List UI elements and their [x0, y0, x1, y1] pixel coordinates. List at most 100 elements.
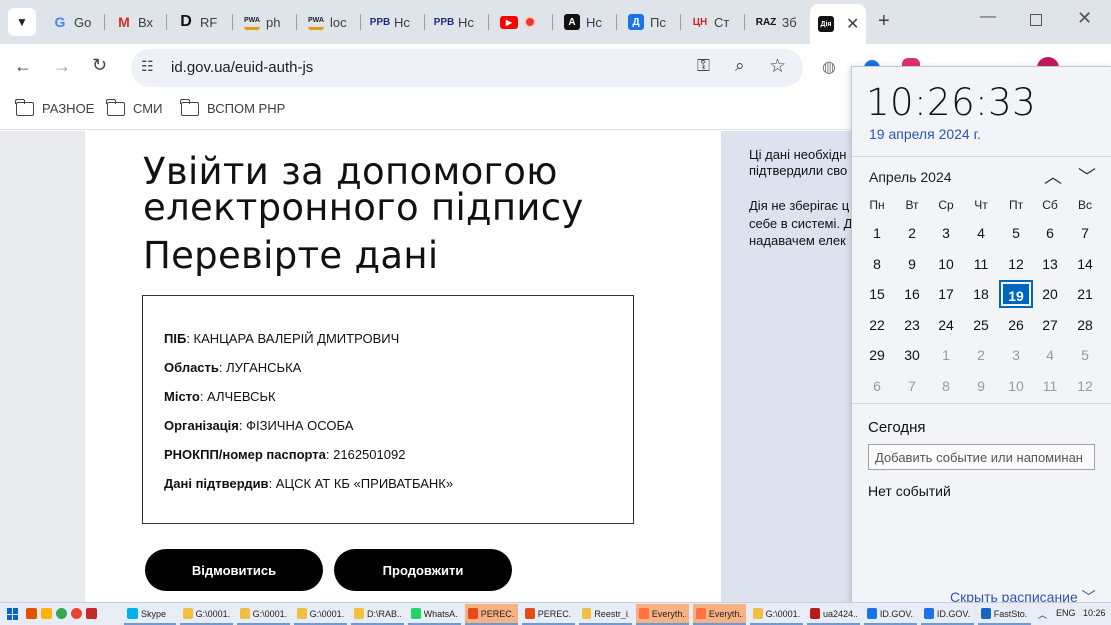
tab[interactable]: D RF	[178, 6, 217, 38]
calendar-day[interactable]: 14	[1068, 250, 1102, 278]
calendar-day[interactable]: 17	[929, 280, 963, 308]
calendar-day[interactable]: 24	[929, 311, 963, 339]
calendar-day[interactable]: 11	[1033, 372, 1067, 400]
calendar-day[interactable]: 4	[1033, 341, 1067, 369]
bookmark-folder[interactable]: СМИ	[106, 98, 162, 116]
taskbar-item[interactable]: FastSto...	[978, 604, 1031, 625]
calendar-day[interactable]: 9	[895, 250, 929, 278]
tab[interactable]: PPB Нс	[434, 6, 474, 38]
taskbar-clock[interactable]: 10:26	[1083, 608, 1106, 618]
calendar-day[interactable]: 1	[860, 219, 894, 247]
new-tab-button[interactable]: +	[878, 10, 890, 33]
taskbar-item[interactable]: Reestr_i...	[579, 604, 632, 625]
tab[interactable]: RAZ 3б	[756, 6, 797, 38]
bookmark-folder[interactable]: ВСПОМ РНР	[180, 98, 285, 116]
app-icon[interactable]	[26, 608, 37, 619]
tab-search-button[interactable]: ▼	[8, 8, 36, 36]
tab[interactable]: ЦН Ст	[692, 6, 730, 38]
taskbar-item[interactable]: ID.GOV...	[864, 604, 917, 625]
maximize-button[interactable]	[1030, 14, 1042, 26]
zoom-icon[interactable]: ⌕	[735, 56, 745, 76]
calendar-day-today[interactable]: 19	[999, 280, 1033, 308]
taskbar-item[interactable]: Everyth...	[693, 604, 746, 625]
tab[interactable]: G Go	[52, 6, 92, 38]
back-icon[interactable]: ←	[14, 56, 32, 77]
calendar-day[interactable]: 7	[1068, 219, 1102, 247]
site-info-icon[interactable]: ☷	[141, 58, 154, 75]
calendar-day[interactable]: 5	[1068, 341, 1102, 369]
calendar-day[interactable]: 7	[895, 372, 929, 400]
chrome-icon[interactable]	[71, 608, 82, 619]
tab-active[interactable]: Дія ✕	[810, 4, 866, 44]
bookmark-folder[interactable]: РАЗНОЕ	[15, 98, 94, 116]
calendar-day[interactable]: 20	[1033, 280, 1067, 308]
taskbar-item[interactable]: G:\0001...	[237, 604, 290, 625]
calendar-day[interactable]: 22	[860, 311, 894, 339]
taskbar-item[interactable]: ID.GOV...	[921, 604, 974, 625]
calendar-day[interactable]: 8	[929, 372, 963, 400]
calendar-day[interactable]: 1	[929, 341, 963, 369]
calendar-day[interactable]: 16	[895, 280, 929, 308]
language-indicator[interactable]: ENG	[1056, 608, 1076, 618]
minimize-button[interactable]: —	[980, 8, 996, 26]
tab-close-icon[interactable]: ✕	[846, 14, 859, 34]
address-bar[interactable]: ☷ id.gov.ua/euid-auth-js ⚿ ⌕ ☆	[131, 49, 803, 87]
taskbar-item[interactable]: ua2424...	[807, 604, 860, 625]
chevron-up-icon[interactable]: ︿	[1044, 163, 1062, 189]
tab[interactable]: PWA loc	[308, 6, 347, 38]
taskbar-item[interactable]: D:\RAB...	[351, 604, 404, 625]
calendar-day[interactable]: 6	[860, 372, 894, 400]
calendar-day[interactable]: 3	[929, 219, 963, 247]
bookmark-star-icon[interactable]: ☆	[769, 55, 786, 78]
tab[interactable]: PPB Нс	[370, 6, 410, 38]
calendar-day[interactable]: 12	[999, 250, 1033, 278]
tab[interactable]: M Вх	[116, 6, 153, 38]
calendar-day[interactable]: 26	[999, 311, 1033, 339]
tab[interactable]: A Нс	[564, 6, 602, 38]
calendar-day[interactable]: 2	[964, 341, 998, 369]
calendar-day[interactable]: 11	[964, 250, 998, 278]
calendar-day[interactable]: 8	[860, 250, 894, 278]
calendar-day[interactable]: 21	[1068, 280, 1102, 308]
tab[interactable]: PWA ph	[244, 6, 280, 38]
key-icon[interactable]: ⚿	[697, 56, 710, 76]
taskbar-item[interactable]: Skype	[124, 604, 176, 625]
calendar-day[interactable]: 2	[895, 219, 929, 247]
translate-icon[interactable]: ◍	[822, 57, 836, 77]
calendar-day[interactable]: 25	[964, 311, 998, 339]
decline-button[interactable]: Відмовитись	[145, 549, 323, 591]
tray-expand-icon[interactable]: ︿	[1038, 608, 1047, 621]
close-window-button[interactable]: ✕	[1077, 8, 1092, 29]
reload-icon[interactable]: ↻	[92, 55, 107, 76]
taskbar-item[interactable]: PEREC...	[522, 604, 575, 625]
calendar-day[interactable]: 30	[895, 341, 929, 369]
taskbar-item[interactable]: G:\0001...	[294, 604, 347, 625]
calendar-day[interactable]: 13	[1033, 250, 1067, 278]
month-label[interactable]: Апрель 2024	[869, 169, 952, 185]
calendar-day[interactable]: 29	[860, 341, 894, 369]
tab[interactable]: Д Пс	[628, 6, 666, 38]
windows-start-icon[interactable]	[7, 608, 19, 620]
app-icon[interactable]	[41, 608, 52, 619]
taskbar-item[interactable]: Everyth...	[636, 604, 689, 625]
calendar-day[interactable]: 3	[999, 341, 1033, 369]
clock-date[interactable]: 19 апреля 2024 г.	[869, 126, 981, 142]
chrome-icon[interactable]	[56, 608, 67, 619]
calendar-day[interactable]: 18	[964, 280, 998, 308]
calendar-day[interactable]: 10	[999, 372, 1033, 400]
forward-icon[interactable]: →	[53, 56, 71, 77]
calendar-day[interactable]: 23	[895, 311, 929, 339]
taskbar-item[interactable]: G:\0001...	[750, 604, 803, 625]
calendar-day[interactable]: 27	[1033, 311, 1067, 339]
calendar-day[interactable]: 4	[964, 219, 998, 247]
calendar-day[interactable]: 9	[964, 372, 998, 400]
tab[interactable]: ▶	[500, 6, 536, 38]
taskbar-item[interactable]: WhatsA...	[408, 604, 461, 625]
taskbar-item[interactable]: PEREC...	[465, 604, 518, 625]
continue-button[interactable]: Продовжити	[334, 549, 512, 591]
taskbar-item[interactable]: G:\0001...	[180, 604, 233, 625]
calendar-day[interactable]: 28	[1068, 311, 1102, 339]
app-icon[interactable]	[86, 608, 97, 619]
calendar-day[interactable]: 15	[860, 280, 894, 308]
calendar-day[interactable]: 10	[929, 250, 963, 278]
